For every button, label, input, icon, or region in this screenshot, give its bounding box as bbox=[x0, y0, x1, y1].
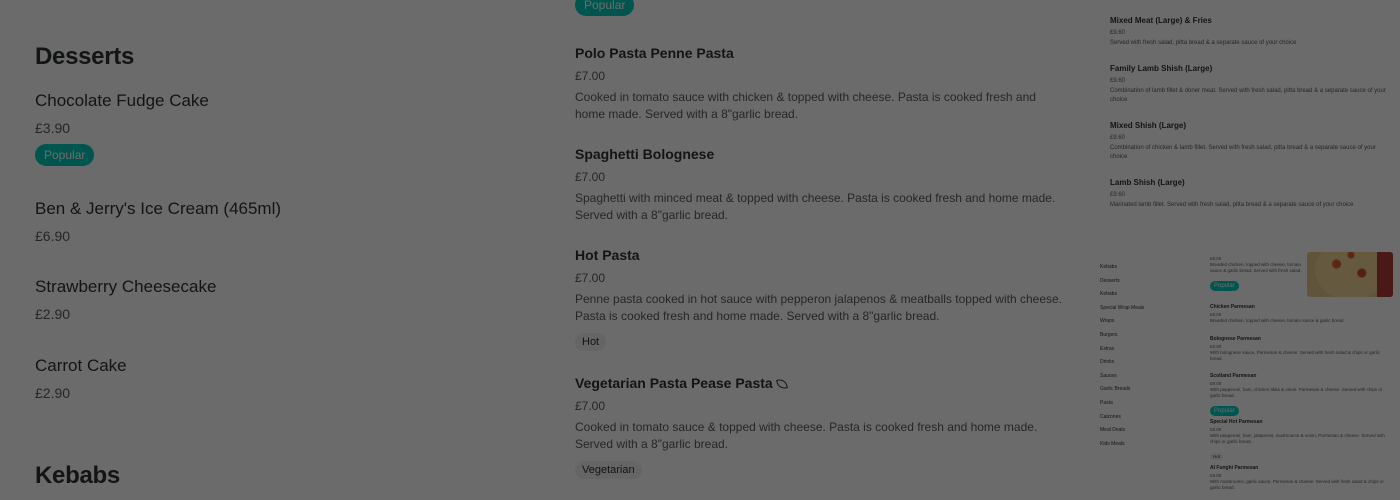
nav-item[interactable]: Kebabs bbox=[1100, 261, 1190, 275]
item-name: Vegetarian Pasta Pease Pasta bbox=[575, 375, 773, 391]
item-name-row: Vegetarian Pasta Pease Pasta bbox=[575, 375, 1065, 391]
item-name: Al Funghi Parmesan bbox=[1210, 465, 1259, 471]
item-name: Strawberry Cheesecake bbox=[35, 277, 217, 296]
category-title: Kebabs bbox=[35, 462, 120, 489]
item-price: £9.60 bbox=[1110, 78, 1126, 84]
menu-item[interactable]: Mixed Meat (Large) & Fries £9.60 Served … bbox=[1110, 16, 1390, 48]
item-name: Ben & Jerry's Ice Cream (465ml) bbox=[35, 199, 282, 218]
nav-item[interactable]: Desserts bbox=[1100, 275, 1190, 289]
menu-item[interactable]: Strawberry Cheesecake £2.90 bbox=[35, 277, 515, 322]
leaf-icon bbox=[775, 378, 788, 390]
menu-item[interactable]: Mixed Shish (Large) £9.60 Combination of… bbox=[1110, 121, 1390, 162]
item-price: £6.90 bbox=[35, 228, 71, 244]
item-description: Breaded chicken, topped with cheese, tom… bbox=[1210, 262, 1302, 273]
menu-panel-parmesan: Kebabs Desserts Kebabs Special Wrap Meal… bbox=[1095, 252, 1400, 500]
item-name: Carrot Cake bbox=[35, 356, 127, 375]
item-price: £2.90 bbox=[35, 385, 71, 401]
item-price: £8.00 bbox=[1210, 256, 1222, 261]
category-title: Desserts bbox=[35, 43, 135, 70]
menu-item[interactable]: Hot Pasta £7.00 Penne pasta cooked in ho… bbox=[575, 247, 1065, 351]
menu-item[interactable]: Al Funghi Parmesan £8.00 With mushrooms,… bbox=[1210, 465, 1390, 491]
item-name: Mixed Shish (Large) bbox=[1110, 121, 1187, 130]
nav-item[interactable]: Drinks bbox=[1100, 356, 1190, 370]
item-price: £7.00 bbox=[575, 399, 606, 413]
popular-badge: Popular bbox=[1210, 406, 1239, 416]
item-description: With pepperoni, ham, jalapenos, mushroom… bbox=[1210, 433, 1385, 444]
item-price: £8.00 bbox=[1210, 381, 1222, 386]
item-name: Bolognese Parmesan bbox=[1210, 336, 1261, 342]
item-price: £3.90 bbox=[35, 120, 71, 136]
nav-item[interactable]: Pasta bbox=[1100, 397, 1190, 411]
item-name: Chocolate Fudge Cake bbox=[35, 91, 209, 110]
menu-panel-pasta: Popular Polo Pasta Penne Pasta £7.00 Coo… bbox=[547, 0, 1090, 500]
nav-item[interactable]: Burgers bbox=[1100, 329, 1190, 343]
menu-item[interactable]: Chocolate Fudge Cake £3.90 Popular bbox=[35, 91, 515, 166]
item-description: Combination of lamb fillet & doner meat.… bbox=[1110, 88, 1386, 103]
menu-item[interactable]: £8.00 Breaded chicken, topped with chees… bbox=[1210, 254, 1305, 292]
item-name: Spaghetti Bolognese bbox=[575, 146, 715, 162]
item-name: Polo Pasta Penne Pasta bbox=[575, 45, 734, 61]
item-description: Marinated lamb fillet. Served with fresh… bbox=[1110, 202, 1354, 208]
menu-item[interactable]: Family Lamb Shish (Large) £9.60 Combinat… bbox=[1110, 64, 1390, 105]
menu-item[interactable]: Ben & Jerry's Ice Cream (465ml) £6.90 bbox=[35, 199, 515, 244]
hot-badge: Hot bbox=[1210, 453, 1224, 460]
nav-item[interactable]: Calzones bbox=[1100, 411, 1190, 425]
item-name: Scotland Parmesan bbox=[1210, 373, 1257, 379]
item-name: Chicken Parmesan bbox=[1210, 304, 1255, 310]
item-description: With pepperoni, ham, chicken tikka & oni… bbox=[1210, 387, 1383, 398]
popular-badge: Popular bbox=[35, 144, 95, 166]
item-name: Hot Pasta bbox=[575, 247, 640, 263]
item-name: Special Hot Parmesan bbox=[1210, 419, 1263, 425]
category-nav: Kebabs Desserts Kebabs Special Wrap Meal… bbox=[1100, 261, 1190, 451]
item-description: Cooked in tomato sauce with chicken & to… bbox=[575, 90, 1036, 121]
hot-badge: Hot bbox=[575, 333, 607, 351]
item-price: £9.60 bbox=[1110, 30, 1126, 36]
item-name: Family Lamb Shish (Large) bbox=[1110, 64, 1213, 73]
item-price: £9.60 bbox=[1110, 135, 1126, 141]
item-description: Penne pasta cooked in hot sauce with pep… bbox=[575, 292, 1062, 323]
item-description: With bolognese sauce, Parmesan & cheese.… bbox=[1210, 350, 1380, 361]
item-name: Lamb Shish (Large) bbox=[1110, 178, 1185, 187]
menu-item[interactable]: Spaghetti Bolognese £7.00 Spaghetti with… bbox=[575, 146, 1065, 224]
item-description: Spaghetti with minced meat & topped with… bbox=[575, 191, 1056, 222]
item-description: Breaded chicken, topped with cheese, tom… bbox=[1210, 318, 1345, 323]
item-price: £8.00 bbox=[1210, 344, 1222, 349]
item-description: Combination of chicken & lamb fillet. Se… bbox=[1110, 145, 1376, 160]
item-description: Served with fresh salad, pitta bread & a… bbox=[1110, 40, 1297, 46]
menu-item[interactable]: Carrot Cake £2.90 bbox=[35, 356, 515, 401]
item-price: £7.00 bbox=[575, 271, 606, 285]
nav-item[interactable]: Wraps bbox=[1100, 315, 1190, 329]
nav-item[interactable]: Garlic Breads bbox=[1100, 383, 1190, 397]
nav-item[interactable]: Kids Meals bbox=[1100, 438, 1190, 452]
food-image bbox=[1307, 252, 1393, 297]
menu-item[interactable]: Bolognese Parmesan £8.00 With bolognese … bbox=[1210, 336, 1390, 362]
nav-item[interactable]: Meal Deals bbox=[1100, 424, 1190, 438]
vegetarian-badge: Vegetarian bbox=[575, 461, 642, 479]
item-description: Cooked in tomato sauce & topped with che… bbox=[575, 420, 1038, 451]
item-price: £8.00 bbox=[1210, 427, 1222, 432]
item-price: £2.90 bbox=[35, 306, 71, 322]
item-price: £7.00 bbox=[575, 170, 606, 184]
item-price: £8.00 bbox=[1210, 312, 1222, 317]
menu-item[interactable]: Lamb Shish (Large) £9.60 Marinated lamb … bbox=[1110, 178, 1390, 210]
nav-item[interactable]: Sauces bbox=[1100, 370, 1190, 384]
menu-item[interactable]: Vegetarian Pasta Pease Pasta £7.00 Cooke… bbox=[575, 375, 1065, 479]
item-name: Mixed Meat (Large) & Fries bbox=[1110, 16, 1212, 25]
menu-item[interactable]: Chicken Parmesan £8.00 Breaded chicken, … bbox=[1210, 304, 1390, 324]
menu-panel-desserts: Desserts Chocolate Fudge Cake £3.90 Popu… bbox=[0, 0, 542, 500]
menu-item[interactable]: Polo Pasta Penne Pasta £7.00 Cooked in t… bbox=[575, 45, 1065, 123]
item-price: £9.60 bbox=[1110, 192, 1126, 198]
popular-badge: Popular bbox=[1210, 281, 1239, 291]
item-price: £8.00 bbox=[1210, 473, 1222, 478]
menu-panel-kebabs: Mixed Meat (Large) & Fries £9.60 Served … bbox=[1095, 0, 1400, 248]
nav-item[interactable]: Special Wrap Meals bbox=[1100, 302, 1190, 316]
popular-badge: Popular bbox=[575, 0, 635, 16]
item-price: £7.00 bbox=[575, 69, 606, 83]
item-description: With mushrooms, garlic sauce, Parmesan &… bbox=[1210, 479, 1384, 490]
nav-item[interactable]: Extras bbox=[1100, 343, 1190, 357]
menu-item[interactable]: Scotland Parmesan £8.00 With pepperoni, … bbox=[1210, 373, 1390, 417]
nav-item[interactable]: Kebabs bbox=[1100, 288, 1190, 302]
menu-item[interactable]: Special Hot Parmesan £8.00 With pepperon… bbox=[1210, 419, 1390, 463]
